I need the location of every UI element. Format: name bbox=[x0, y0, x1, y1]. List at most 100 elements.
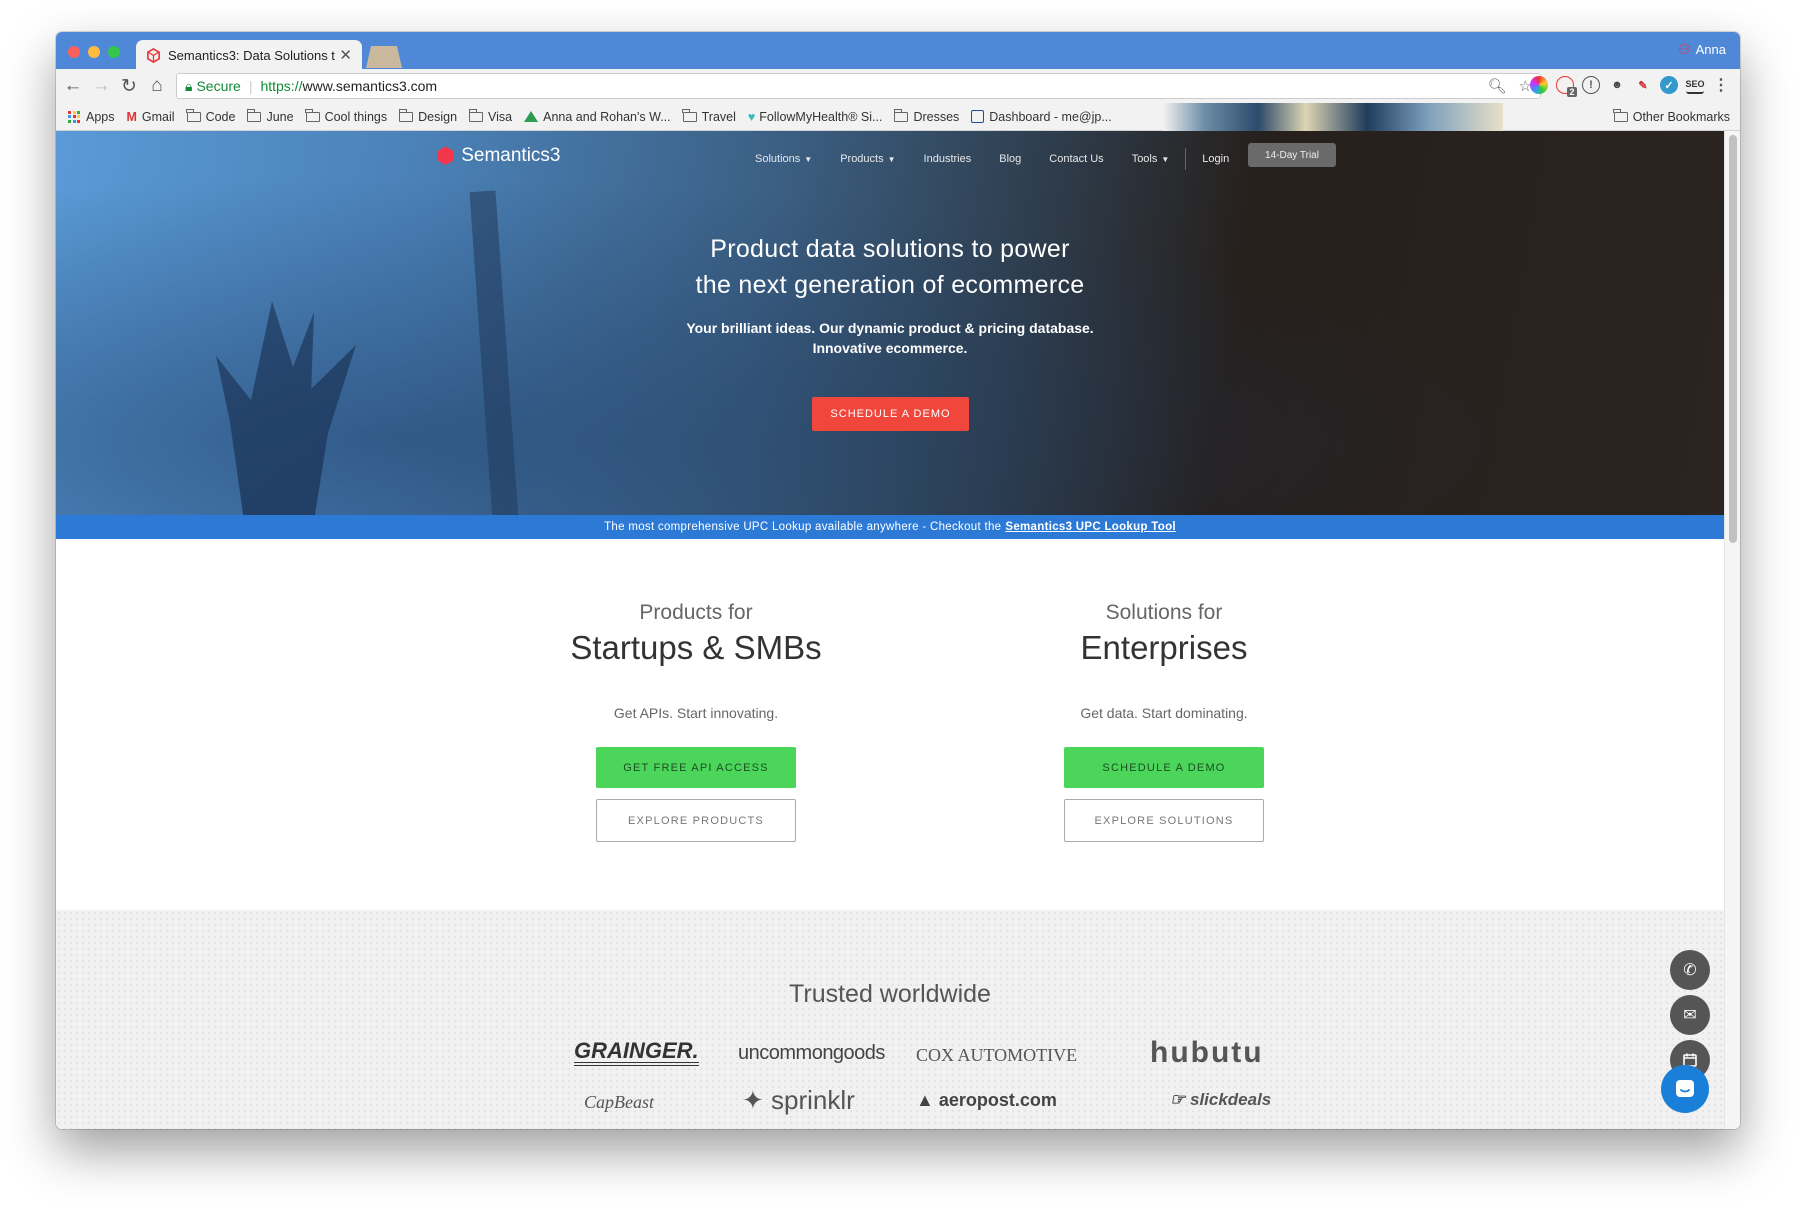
hero-text: Product data solutions to power the next … bbox=[56, 231, 1724, 358]
nav-blog[interactable]: Blog bbox=[985, 153, 1035, 165]
capbeast-logo: CapBeast bbox=[584, 1092, 654, 1112]
color-picker-extension-icon[interactable] bbox=[1530, 76, 1548, 94]
world-map-background bbox=[56, 910, 1724, 1129]
bookmark-code[interactable]: Code bbox=[186, 108, 236, 124]
page-viewport: ⬢ Semantics3 Solutions ▼ Products ▼ Indust… bbox=[56, 131, 1740, 1129]
browser-tab-active[interactable]: Semantics3: Data Solutions to ✕ bbox=[136, 40, 362, 70]
startups-column: Products for Startups & SMBs Get APIs. S… bbox=[486, 601, 906, 842]
bookmark-visa[interactable]: Visa bbox=[468, 108, 512, 124]
main-nav: Solutions ▼ Products ▼ Industries Blog Con… bbox=[741, 148, 1243, 170]
hero-subheading: Your brilliant ideas. Our dynamic produc… bbox=[56, 318, 1724, 358]
info-extension-icon[interactable]: ! bbox=[1582, 76, 1600, 94]
folder-icon bbox=[468, 108, 484, 122]
bookmark-label: Travel bbox=[701, 109, 736, 124]
bookmark-label: Cool things bbox=[324, 109, 388, 124]
folder-icon bbox=[247, 108, 262, 122]
feather-extension-icon[interactable]: ✓ bbox=[1660, 76, 1678, 94]
nav-contact-us[interactable]: Contact Us bbox=[1035, 153, 1117, 165]
page-scrollbar[interactable] bbox=[1724, 131, 1740, 1129]
chat-launcher-button[interactable] bbox=[1661, 1065, 1709, 1113]
hero-heading: Product data solutions to power the next … bbox=[56, 231, 1724, 303]
aeropost-a-icon: ▲ bbox=[916, 1090, 934, 1110]
enterprises-subtitle: Solutions for bbox=[1105, 601, 1223, 624]
ghostery-extension-icon[interactable]: ☻ bbox=[1608, 76, 1626, 94]
startups-subtitle: Products for bbox=[639, 601, 753, 624]
nav-industries[interactable]: Industries bbox=[910, 153, 986, 165]
tab-strip: Semantics3: Data Solutions to ✕ ⚇ Anna bbox=[56, 32, 1740, 70]
other-bookmarks[interactable]: Other Bookmarks bbox=[1613, 109, 1730, 124]
minimize-window-button[interactable] bbox=[88, 46, 100, 58]
bookmark-label: Dashboard - me@jp... bbox=[989, 109, 1112, 124]
chat-icon bbox=[1676, 1080, 1694, 1097]
extension-badge-icon[interactable]: 2 bbox=[1556, 76, 1577, 97]
folder-icon bbox=[305, 108, 320, 122]
profile-button[interactable]: ⚇ Anna bbox=[1678, 41, 1726, 58]
address-bar[interactable]: 🔒︎ Secure | https:// www.semantics3.com … bbox=[176, 73, 1541, 99]
new-tab-button[interactable] bbox=[366, 46, 402, 68]
bookmark-apps[interactable]: Apps bbox=[68, 110, 115, 124]
sprinklr-wordmark: sprinklr bbox=[771, 1085, 855, 1115]
site-logo-text: Semantics3 bbox=[461, 145, 561, 166]
email-contact-button[interactable]: ✉ bbox=[1670, 995, 1710, 1035]
slickdeals-logo: ☞ slickdeals bbox=[1170, 1090, 1271, 1110]
caret-down-icon: ▼ bbox=[887, 154, 896, 164]
bookmark-design[interactable]: Design bbox=[398, 108, 458, 124]
enterprises-title: Enterprises bbox=[1080, 629, 1248, 666]
enterprises-column: Solutions for Enterprises Get data. Star… bbox=[954, 601, 1374, 842]
bookmark-dresses[interactable]: Dresses bbox=[894, 108, 959, 124]
close-window-button[interactable] bbox=[68, 46, 80, 58]
explore-products-button[interactable]: EXPLORE PRODUCTS bbox=[596, 799, 796, 842]
chrome-menu-icon[interactable]: ⋮ bbox=[1712, 76, 1730, 94]
apps-grid-icon bbox=[68, 110, 80, 123]
explore-solutions-button[interactable]: EXPLORE SOLUTIONS bbox=[1064, 799, 1264, 842]
back-arrow-icon[interactable]: ← bbox=[62, 75, 84, 97]
browser-window: Semantics3: Data Solutions to ✕ ⚇ Anna ←… bbox=[56, 32, 1740, 1129]
dashboard-icon bbox=[971, 110, 985, 123]
maximize-window-button[interactable] bbox=[108, 46, 120, 58]
cox-automotive-logo: COX AUTOMOTIVE bbox=[916, 1045, 1078, 1065]
reload-icon[interactable]: ↻ bbox=[118, 75, 140, 97]
slickdeals-hand-icon: ☞ bbox=[1170, 1090, 1186, 1109]
scrollbar-thumb[interactable] bbox=[1729, 135, 1737, 543]
bookmark-travel[interactable]: Travel bbox=[682, 108, 736, 124]
caret-down-icon: ▼ bbox=[804, 154, 813, 164]
tab-close-icon[interactable]: ✕ bbox=[339, 46, 352, 64]
bookmark-gmail[interactable]: M Gmail bbox=[127, 110, 175, 124]
vpn-extension-icon[interactable]: ✎ bbox=[1634, 76, 1652, 94]
trial-button[interactable]: 14-Day Trial bbox=[1248, 143, 1336, 167]
sprinklr-leaf-icon: ✦ bbox=[742, 1085, 764, 1115]
upc-lookup-link[interactable]: Semantics3 UPC Lookup Tool bbox=[1005, 521, 1176, 533]
browser-toolbar: ← → ↻ ⌂ 🔒︎ Secure | https:// www.semanti… bbox=[56, 69, 1740, 103]
bookmark-june[interactable]: June bbox=[247, 108, 294, 124]
bookmark-label: Gmail bbox=[141, 109, 175, 124]
bookmark-dashboard[interactable]: Dashboard - me@jp... bbox=[971, 109, 1112, 124]
nav-login[interactable]: Login bbox=[1188, 153, 1243, 165]
home-icon[interactable]: ⌂ bbox=[146, 75, 168, 97]
bookmark-label: Design bbox=[418, 109, 458, 124]
nav-tools[interactable]: Tools ▼ bbox=[1118, 153, 1184, 165]
phone-contact-button[interactable]: ✆ bbox=[1670, 950, 1710, 990]
extensions-bar: 2 ! ☻ ✎ ✓ SEO ⋮ bbox=[1530, 76, 1730, 97]
hero-schedule-demo-button[interactable]: SCHEDULE A DEMO bbox=[812, 397, 969, 431]
bookmark-anna-rohan[interactable]: Anna and Rohan's W... bbox=[524, 110, 671, 124]
bookmark-label: Code bbox=[205, 109, 236, 124]
announcement-text: The most comprehensive UPC Lookup availa… bbox=[604, 521, 1002, 533]
drive-icon bbox=[524, 111, 539, 122]
get-free-api-access-button[interactable]: GET FREE API ACCESS bbox=[596, 747, 796, 788]
hero-heading-line1: Product data solutions to power bbox=[710, 235, 1070, 263]
nav-label: Solutions bbox=[755, 153, 801, 165]
nav-label: Products bbox=[840, 153, 884, 165]
url-scheme: https:// bbox=[260, 78, 303, 94]
zoom-icon[interactable]: 🔍︎ bbox=[1488, 77, 1507, 95]
secure-label: Secure bbox=[196, 78, 241, 94]
nav-solutions[interactable]: Solutions ▼ bbox=[741, 153, 826, 165]
nav-divider bbox=[1185, 148, 1187, 170]
nav-products[interactable]: Products ▼ bbox=[826, 153, 909, 165]
enterprise-schedule-demo-button[interactable]: SCHEDULE A DEMO bbox=[1064, 747, 1264, 788]
forward-arrow-icon[interactable]: → bbox=[90, 75, 112, 97]
site-logo[interactable]: ⬢ Semantics3 bbox=[436, 143, 561, 169]
profile-name: Anna bbox=[1695, 42, 1726, 57]
bookmark-cool-things[interactable]: Cool things bbox=[305, 108, 388, 124]
bookmark-followmyhealth[interactable]: ♥ FollowMyHealth® Si... bbox=[748, 110, 883, 124]
seo-extension-icon[interactable]: SEO bbox=[1686, 76, 1705, 94]
